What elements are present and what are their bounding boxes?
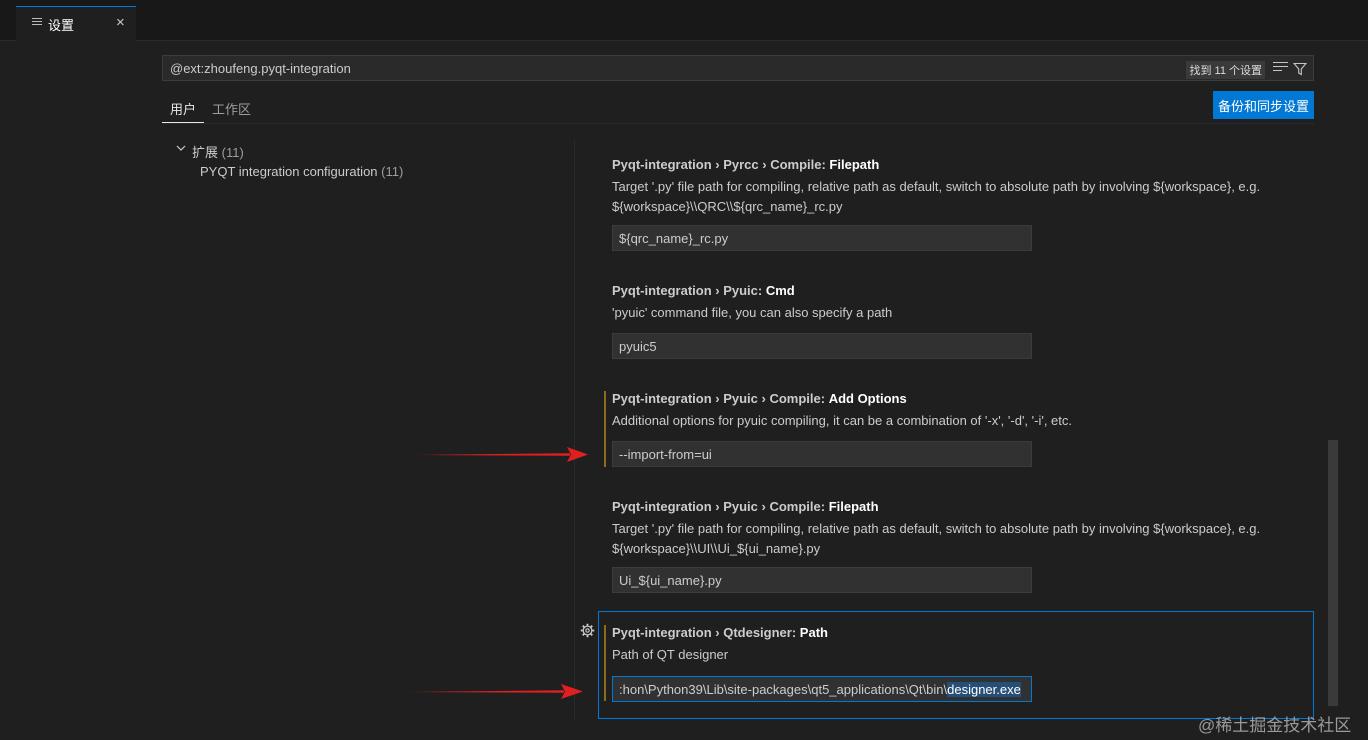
qtdesigner-path-input[interactable]: :hon\Python39\Lib\site-packages\qt5_appl… [612,676,1032,702]
input-text: :hon\Python39\Lib\site-packages\qt5_appl… [619,682,948,697]
setting-description: Path of QT designer [612,647,729,662]
editor-tab-bar: 设置 × [0,0,1368,41]
backup-sync-button[interactable]: 备份和同步设置 [1213,91,1314,119]
pyrcc-filepath-input[interactable]: ${qrc_name}_rc.py [612,225,1032,251]
setting-name: Cmd [765,283,795,298]
tab-workspace[interactable]: 工作区 [212,99,251,118]
setting-category: Pyqt-integration › Pyuic › Compile: [612,391,829,406]
search-result-count-badge: 找到 11 个设置 [1186,61,1265,79]
watermark: @稀土掘金技术社区 [1198,716,1352,735]
setting-description: Additional options for pyuic compiling, … [612,413,1073,428]
setting-category: Pyqt-integration › Pyuic: [612,283,766,298]
scrollbar-thumb[interactable] [1328,440,1338,706]
chevron-down-icon[interactable] [176,143,186,153]
tab-user[interactable]: 用户 [170,99,196,118]
setting-description-line: ${workspace}\\QRC\\${qrc_name}_rc.py [612,199,843,214]
toc-extensions-count: (11) [221,145,244,160]
setting-name: Path [799,625,828,640]
search-query: @ext:zhoufeng.pyqt-integration [170,61,351,76]
gear-icon[interactable] [580,623,595,638]
setting-category: Pyqt-integration › Pyrcc › Compile: [612,157,830,172]
pyuic-cmd-input[interactable]: pyuic5 [612,333,1032,359]
toc-pyqt-label: PYQT integration configuration [200,164,378,179]
setting-name: Filepath [828,499,879,514]
clear-filters-icon[interactable] [1273,62,1288,74]
toc-divider [574,140,575,720]
setting-description: Target '.py' file path for compiling, re… [612,519,1292,559]
setting-name: Filepath [829,157,880,172]
setting-name: Add Options [828,391,907,406]
filter-icon[interactable] [1293,62,1307,76]
setting-title: Pyqt-integration › Pyrcc › Compile: File… [612,157,879,172]
close-icon[interactable]: × [116,14,125,31]
settings-search-input[interactable]: @ext:zhoufeng.pyqt-integration 找到 11 个设置 [162,55,1314,81]
setting-description: 'pyuic' command file, you can also speci… [612,305,893,320]
setting-title: Pyqt-integration › Pyuic: Cmd [612,283,795,298]
modified-indicator [604,391,606,467]
toc-pyqt-item[interactable]: PYQT integration configuration (11) [200,164,403,179]
settings-file-icon [32,18,42,28]
toc-extensions-item[interactable]: 扩展 (11) [192,142,244,161]
setting-title: Pyqt-integration › Qtdesigner: Path [612,625,828,640]
setting-description-line: Target '.py' file path for compiling, re… [612,521,1261,536]
setting-category: Pyqt-integration › Qtdesigner: [612,625,800,640]
setting-category: Pyqt-integration › Pyuic › Compile: [612,499,829,514]
annotation-arrow-icon [408,684,583,699]
setting-description: Target '.py' file path for compiling, re… [612,177,1292,217]
settings-tab[interactable]: 设置 × [16,6,136,41]
header-divider [162,123,1314,124]
input-selection: designer.exe [947,682,1021,697]
annotation-arrow-icon [416,447,588,462]
setting-title: Pyqt-integration › Pyuic › Compile: File… [612,499,879,514]
pyuic-add-options-input[interactable]: --import-from=ui [612,441,1032,467]
setting-description-line: ${workspace}\\UI\\Ui_${ui_name}.py [612,541,821,556]
toc-extensions-label: 扩展 [192,145,219,160]
setting-description-line: Target '.py' file path for compiling, re… [612,179,1261,194]
setting-title: Pyqt-integration › Pyuic › Compile: Add … [612,391,907,406]
pyuic-filepath-input[interactable]: Ui_${ui_name}.py [612,567,1032,593]
toc-pyqt-count: (11) [381,164,404,179]
tab-label: 设置 [48,18,75,33]
modified-indicator [604,625,606,701]
